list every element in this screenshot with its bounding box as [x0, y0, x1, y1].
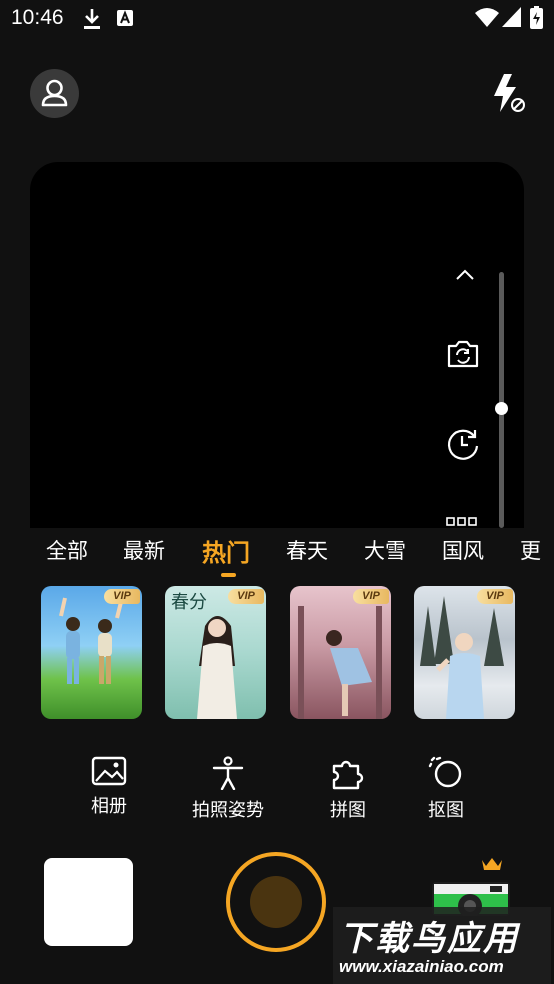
tab-guofeng[interactable]: 国风	[442, 535, 484, 565]
cutout-icon	[428, 756, 462, 788]
template-thumb-2[interactable]: 春分 VIP	[165, 586, 266, 719]
pose-label: 拍照姿势	[192, 800, 264, 821]
album-button[interactable]: 相册	[88, 756, 130, 818]
cutout-label: 抠图	[428, 800, 464, 821]
flash-off-icon	[494, 74, 525, 112]
a-badge-icon	[117, 10, 133, 26]
vip-badge: VIP	[104, 589, 140, 604]
status-bar: 10:46	[0, 0, 554, 38]
collage-button[interactable]: 拼图	[327, 756, 369, 822]
shutter-inner	[250, 876, 302, 928]
camera-viewfinder[interactable]	[30, 162, 524, 528]
pose-icon	[212, 756, 244, 791]
category-tabs: 全部 最新 热门 春天 大雪 国风 更	[0, 528, 554, 580]
signal-icon	[502, 7, 521, 27]
vip-badge: VIP	[228, 589, 264, 604]
template-image	[298, 606, 382, 719]
pose-button[interactable]: 拍照姿势	[187, 756, 269, 822]
tab-hot[interactable]: 热门	[202, 533, 250, 568]
template-image	[59, 597, 123, 684]
shutter-button[interactable]	[226, 852, 326, 952]
cutout-button[interactable]: 抠图	[425, 756, 467, 822]
puzzle-icon	[332, 760, 364, 790]
watermark: 下载鸟应用 www.xiazainiao.com	[333, 907, 551, 984]
profile-button[interactable]	[30, 69, 79, 118]
zoom-slider-thumb[interactable]	[495, 401, 508, 415]
image-icon	[91, 756, 127, 786]
wifi-icon	[475, 8, 499, 27]
crown-icon	[482, 858, 502, 870]
template-thumb-3[interactable]: VIP	[290, 586, 391, 719]
battery-charging-icon	[530, 6, 543, 29]
template-thumb-1[interactable]: VIP	[41, 586, 142, 719]
template-caption: 春分	[171, 592, 207, 613]
watermark-url: www.xiazainiao.com	[339, 957, 504, 976]
person-icon	[41, 79, 68, 107]
chevron-up-icon[interactable]	[454, 268, 476, 282]
download-icon	[84, 9, 100, 29]
album-label: 相册	[91, 796, 127, 817]
zoom-slider-track[interactable]	[499, 272, 504, 528]
active-tab-indicator	[221, 573, 236, 577]
collage-label: 拼图	[330, 800, 366, 821]
tab-spring[interactable]: 春天	[286, 535, 328, 565]
more-icon[interactable]	[446, 517, 478, 527]
template-thumb-4[interactable]: VIP	[414, 586, 515, 719]
vip-badge: VIP	[477, 589, 513, 604]
recent-photo-thumbnail[interactable]	[44, 858, 133, 946]
vip-badge: VIP	[353, 589, 389, 604]
template-image	[420, 596, 504, 719]
status-time: 10:46	[11, 6, 64, 29]
flash-toggle[interactable]	[491, 72, 527, 120]
tab-latest[interactable]: 最新	[123, 535, 165, 565]
tab-all[interactable]: 全部	[46, 535, 88, 565]
watermark-title: 下载鸟应用	[339, 919, 519, 959]
tab-more[interactable]: 更	[520, 535, 541, 565]
tab-snow[interactable]: 大雪	[364, 535, 406, 565]
timer-icon[interactable]	[444, 426, 482, 462]
switch-camera-icon[interactable]	[446, 339, 480, 369]
